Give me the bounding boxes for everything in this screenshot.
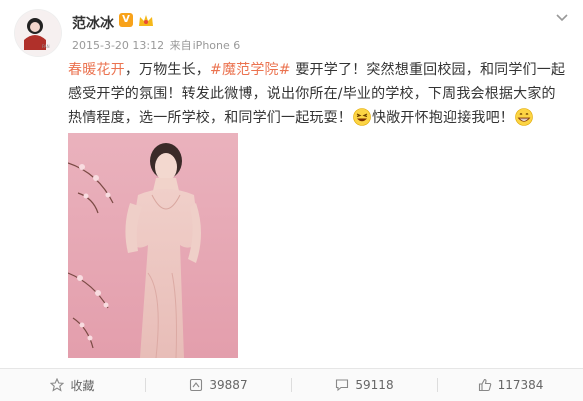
thumbs-up-icon bbox=[478, 378, 491, 392]
post-photo[interactable] bbox=[68, 133, 238, 358]
post-source[interactable]: iPhone 6 bbox=[193, 39, 241, 52]
favorite-label: 收藏 bbox=[70, 378, 95, 393]
comment-button[interactable]: 59118 bbox=[292, 369, 437, 401]
post-action-toolbar: 收藏 39887 59118 117384 bbox=[0, 368, 583, 401]
post-body: 春暖花开，万物生长，#魔范学院# 要开学了！突然想重回校园，和同学们一起感受开学… bbox=[68, 58, 568, 130]
avatar[interactable]: FAN bbox=[15, 10, 61, 56]
repost-icon bbox=[190, 378, 203, 392]
star-icon bbox=[50, 378, 65, 392]
post-text-segment: ，万物生长， bbox=[124, 62, 211, 78]
grinning-emoji-icon bbox=[515, 108, 533, 126]
repost-button[interactable]: 39887 bbox=[146, 369, 291, 401]
post-timestamp[interactable]: 2015-3-20 13:12 bbox=[72, 39, 164, 52]
repost-count: 39887 bbox=[209, 378, 248, 392]
source-prefix: 来自 bbox=[169, 39, 192, 52]
author-name[interactable]: 范冰冰 bbox=[72, 13, 114, 33]
laughing-emoji-icon bbox=[353, 108, 371, 126]
member-rank-icon bbox=[139, 15, 153, 26]
post-meta: 2015-3-20 13:12 来自iPhone 6 bbox=[72, 37, 240, 53]
hashtag-mofan-academy[interactable]: #魔范学院# bbox=[210, 62, 291, 78]
verified-badge-icon: V bbox=[119, 13, 133, 27]
post-menu-chevron-icon[interactable] bbox=[555, 12, 569, 22]
hashtag-spring[interactable]: 春暖花开 bbox=[68, 62, 125, 78]
favorite-button[interactable]: 收藏 bbox=[0, 369, 145, 401]
post-text-segment: 快敞开怀抱迎接我吧！ bbox=[372, 110, 514, 126]
weibo-post: FAN 范冰冰 V 2015-3-20 13:12 来自iPhone 6 春暖花… bbox=[0, 0, 583, 401]
comment-count: 59118 bbox=[355, 378, 394, 392]
like-count: 117384 bbox=[497, 378, 544, 392]
like-button[interactable]: 117384 bbox=[438, 369, 583, 401]
svg-text:FAN: FAN bbox=[42, 44, 50, 49]
comment-icon bbox=[336, 379, 349, 392]
